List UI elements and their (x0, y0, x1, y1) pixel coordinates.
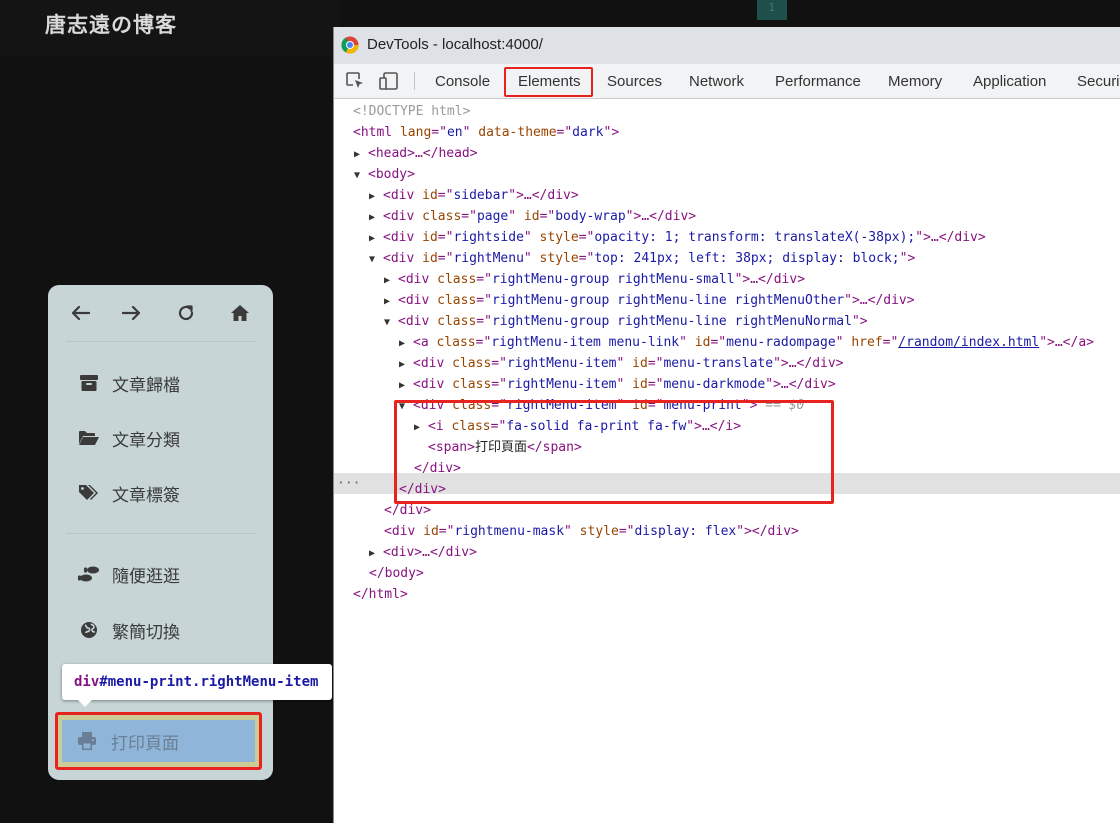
expand-triangle-icon[interactable]: ▶ (384, 270, 398, 291)
code-line-menu-other[interactable]: ▶ <div class="rightMenu-group rightMenu-l… (384, 290, 915, 311)
tab-network[interactable]: Network (689, 64, 744, 98)
devtools-titlebar: DevTools - localhost:4000/ (334, 27, 1120, 64)
tab-console[interactable]: Console (435, 64, 490, 98)
code-line-html-close[interactable]: </html> (353, 584, 408, 605)
tab-security[interactable]: Securit (1077, 64, 1120, 98)
tab-application[interactable]: Application (973, 64, 1046, 98)
menu-item-archives[interactable]: 文章歸檔 (60, 360, 260, 406)
folder-open-icon (74, 430, 104, 446)
menu-item-translate[interactable]: 繁簡切換 (60, 607, 260, 653)
code-line-body[interactable]: ▼ <body> (354, 164, 415, 185)
tab-sources[interactable]: Sources (607, 64, 662, 98)
menu-item-label: 文章歸檔 (112, 375, 180, 396)
blog-header: 唐志遠の博客 (0, 0, 340, 57)
tooltip-tag: div (74, 674, 100, 690)
blog-title[interactable]: 唐志遠の博客 (45, 9, 177, 39)
menu-item-label: 繁簡切換 (112, 622, 180, 643)
code-line-div-collapsed[interactable]: ▶ <div>…</div> (369, 542, 477, 563)
code-line-head[interactable]: ▶ <head>…</head> (354, 143, 478, 164)
inspect-icon (346, 72, 363, 88)
code-line-rightmenu-mask[interactable]: <div id="rightmenu-mask" style="display:… (384, 521, 799, 542)
code-line-menu-normal[interactable]: ▼ <div class="rightMenu-group rightMenu-l… (384, 311, 868, 332)
menu-item-label: 文章標簽 (112, 485, 180, 506)
tooltip-selector: #menu-print.rightMenu-item (99, 674, 319, 690)
expand-triangle-icon[interactable]: ▶ (399, 333, 413, 354)
menu-divider (66, 341, 256, 342)
tags-icon (74, 484, 104, 502)
annotation-box-print (55, 712, 262, 770)
forward-button[interactable] (112, 298, 152, 328)
home-button[interactable] (220, 298, 260, 328)
back-button[interactable] (60, 298, 100, 328)
code-line-random-link[interactable]: ▶ <a class="rightMenu-item menu-link" id=… (399, 332, 1094, 353)
tooltip-arrow (77, 699, 93, 707)
archive-icon (74, 375, 104, 391)
annotation-box-code (394, 400, 834, 504)
expand-triangle-icon[interactable]: ▶ (399, 375, 413, 396)
menu-item-random-page[interactable]: 隨便逛逛 (60, 551, 260, 597)
code-line-sidebar[interactable]: ▶ <div id="sidebar">…</div> (369, 185, 579, 206)
menu-item-tags[interactable]: 文章標簽 (60, 470, 260, 516)
arrow-right-icon (122, 305, 141, 321)
tab-memory[interactable]: Memory (888, 64, 942, 98)
code-line-body-close[interactable]: </body> (369, 563, 424, 584)
expand-triangle-icon[interactable]: ▶ (369, 543, 383, 564)
devtools-title: DevTools - localhost:4000/ (367, 36, 543, 53)
annotation-box-elements-tab (504, 67, 593, 97)
code-line-doctype[interactable]: <!DOCTYPE html> (353, 101, 470, 122)
device-toolbar-button[interactable] (378, 71, 400, 91)
code-line-menu-small[interactable]: ▶ <div class="rightMenu-group rightMenu-s… (384, 269, 805, 290)
collapse-triangle-icon[interactable]: ▼ (369, 249, 383, 270)
collapse-triangle-icon[interactable]: ▼ (354, 165, 368, 186)
expand-triangle-icon[interactable]: ▶ (399, 354, 413, 375)
expand-triangle-icon[interactable]: ▶ (384, 291, 398, 312)
expand-triangle-icon[interactable]: ▶ (354, 144, 368, 165)
code-line-page[interactable]: ▶ <div class="page" id="body-wrap">…</div… (369, 206, 696, 227)
home-icon (231, 305, 249, 321)
menu-item-label: 文章分類 (112, 430, 180, 451)
shoe-prints-icon (74, 565, 104, 583)
top-badge: 1 (757, 0, 787, 20)
globe-icon (74, 621, 104, 639)
href-link: /random/index.html (898, 335, 1040, 350)
arrow-left-icon (71, 305, 90, 321)
code-line-html[interactable]: <html lang="en" data-theme="dark"> (353, 122, 619, 143)
inspector-tooltip: div #menu-print.rightMenu-item (62, 664, 332, 700)
device-icon (379, 72, 398, 90)
devtools-toolbar: Console Elements Sources Network Perform… (334, 64, 1120, 99)
code-line-rightside[interactable]: ▶ <div id="rightside" style="opacity: 1; … (369, 227, 986, 248)
menu-divider (66, 533, 256, 534)
code-line-menu-translate[interactable]: ▶ <div class="rightMenu-item" id="menu-tr… (399, 353, 844, 374)
code-line-rightmenu[interactable]: ▼ <div id="rightMenu" style="top: 241px; … (369, 248, 915, 269)
expand-triangle-icon[interactable]: ▶ (369, 228, 383, 249)
menu-item-categories[interactable]: 文章分類 (60, 415, 260, 461)
toolbar-divider (414, 72, 415, 90)
collapse-triangle-icon[interactable]: ▼ (384, 312, 398, 333)
code-line-menu-darkmode[interactable]: ▶ <div class="rightMenu-item" id="menu-da… (399, 374, 836, 395)
chrome-icon (341, 36, 359, 58)
inspect-element-button[interactable] (344, 71, 366, 91)
expand-triangle-icon[interactable]: ▶ (369, 186, 383, 207)
refresh-icon (178, 305, 194, 321)
more-options-dots[interactable]: ··· (337, 473, 360, 494)
refresh-button[interactable] (166, 298, 206, 328)
tab-performance[interactable]: Performance (775, 64, 861, 98)
expand-triangle-icon[interactable]: ▶ (369, 207, 383, 228)
menu-nav-row (48, 285, 273, 341)
menu-item-label: 隨便逛逛 (112, 566, 180, 587)
